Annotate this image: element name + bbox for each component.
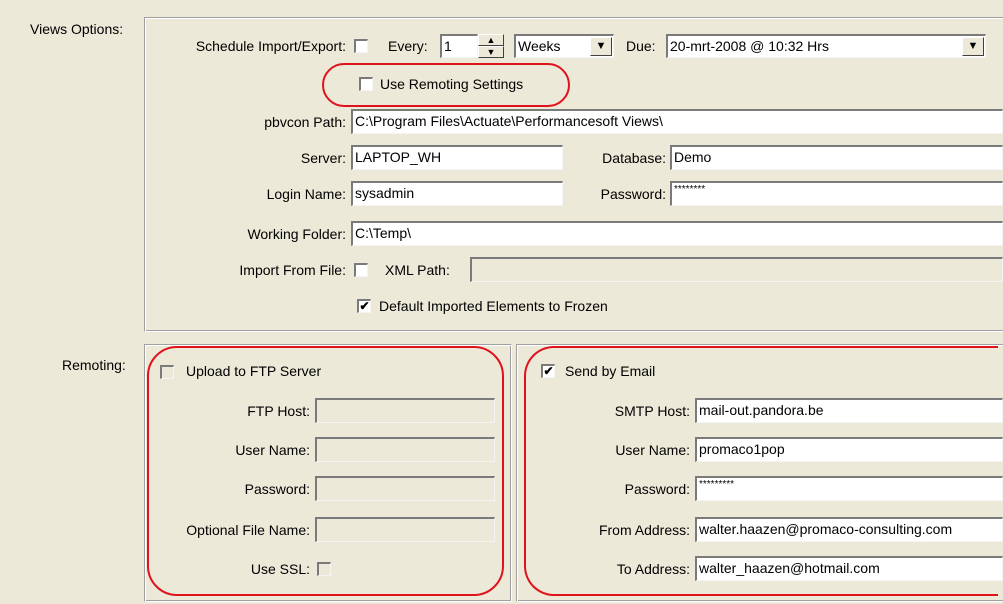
pbvcon-path-label: pbvcon Path: — [264, 114, 346, 130]
interval-unit-dropdown-icon[interactable]: ▼ — [590, 37, 612, 56]
schedule-checkbox[interactable] — [354, 39, 368, 53]
to-address-input[interactable]: walter_haazen@hotmail.com — [695, 556, 1003, 581]
working-folder-input[interactable]: C:\Temp\ — [351, 221, 1003, 246]
database-label: Database: — [602, 150, 666, 166]
optional-file-name-label: Optional File Name: — [186, 522, 310, 538]
database-input[interactable]: Demo — [670, 145, 1003, 170]
schedule-label: Schedule Import/Export: — [195, 38, 346, 54]
use-ssl-checkbox[interactable] — [317, 562, 331, 576]
every-label: Every: — [388, 38, 428, 54]
to-address-label: To Address: — [616, 561, 690, 577]
spin-down-button[interactable]: ▼ — [478, 46, 504, 58]
every-spinner[interactable]: ▲ ▼ — [478, 34, 504, 58]
email-user-name-label: User Name: — [615, 442, 690, 458]
ftp-user-name-input[interactable] — [315, 437, 495, 462]
every-input[interactable]: 1 — [440, 34, 478, 58]
from-address-label: From Address: — [598, 522, 690, 538]
server-input[interactable]: LAPTOP_WH — [351, 145, 563, 170]
ftp-password-input[interactable] — [315, 476, 495, 501]
smtp-host-input[interactable]: mail-out.pandora.be — [695, 398, 1003, 423]
email-user-name-input[interactable]: promaco1pop — [695, 437, 1003, 462]
views-options-label: Views Options: — [30, 21, 124, 37]
login-name-input[interactable]: sysadmin — [351, 181, 563, 206]
import-from-file-checkbox[interactable] — [354, 263, 368, 277]
password-label: Password: — [600, 186, 666, 202]
send-email-checkbox[interactable]: ✔ — [541, 364, 555, 378]
xml-path-label: XML Path: — [385, 262, 450, 278]
from-address-input[interactable]: walter.haazen@promaco-consulting.com — [695, 517, 1003, 542]
email-password-input[interactable]: ********* — [695, 476, 1003, 501]
send-email-label[interactable]: Send by Email — [565, 362, 655, 380]
upload-ftp-checkbox[interactable] — [160, 365, 174, 379]
import-from-file-label: Import From File: — [239, 262, 346, 278]
smtp-host-label: SMTP Host: — [614, 403, 690, 419]
ftp-host-input[interactable] — [315, 398, 495, 423]
use-ssl-label: Use SSL: — [250, 561, 310, 577]
default-frozen-checkbox[interactable]: ✔ — [357, 299, 371, 313]
due-dropdown-icon[interactable]: ▼ — [962, 37, 984, 56]
use-remoting-checkbox[interactable] — [359, 77, 373, 91]
due-select[interactable]: 20-mrt-2008 @ 10:32 Hrs — [666, 34, 986, 58]
default-frozen-label[interactable]: Default Imported Elements to Frozen — [379, 297, 608, 315]
ftp-user-name-label: User Name: — [235, 442, 310, 458]
upload-ftp-label[interactable]: Upload to FTP Server — [186, 362, 321, 380]
ftp-password-label: Password: — [244, 481, 310, 497]
working-folder-label: Working Folder: — [247, 226, 346, 242]
ftp-host-label: FTP Host: — [247, 403, 310, 419]
password-input[interactable]: ******** — [670, 181, 1003, 206]
views-options-group — [144, 17, 1003, 332]
email-password-label: Password: — [624, 481, 690, 497]
pbvcon-path-input[interactable]: C:\Program Files\Actuate\Performancesoft… — [351, 109, 1003, 134]
xml-path-input[interactable] — [470, 257, 1003, 282]
login-name-label: Login Name: — [266, 186, 346, 202]
optional-file-name-input[interactable] — [315, 517, 495, 542]
remoting-label: Remoting: — [62, 357, 126, 373]
due-label: Due: — [626, 38, 656, 54]
server-label: Server: — [300, 150, 346, 166]
spin-up-button[interactable]: ▲ — [478, 34, 504, 46]
use-remoting-label[interactable]: Use Remoting Settings — [380, 75, 523, 93]
